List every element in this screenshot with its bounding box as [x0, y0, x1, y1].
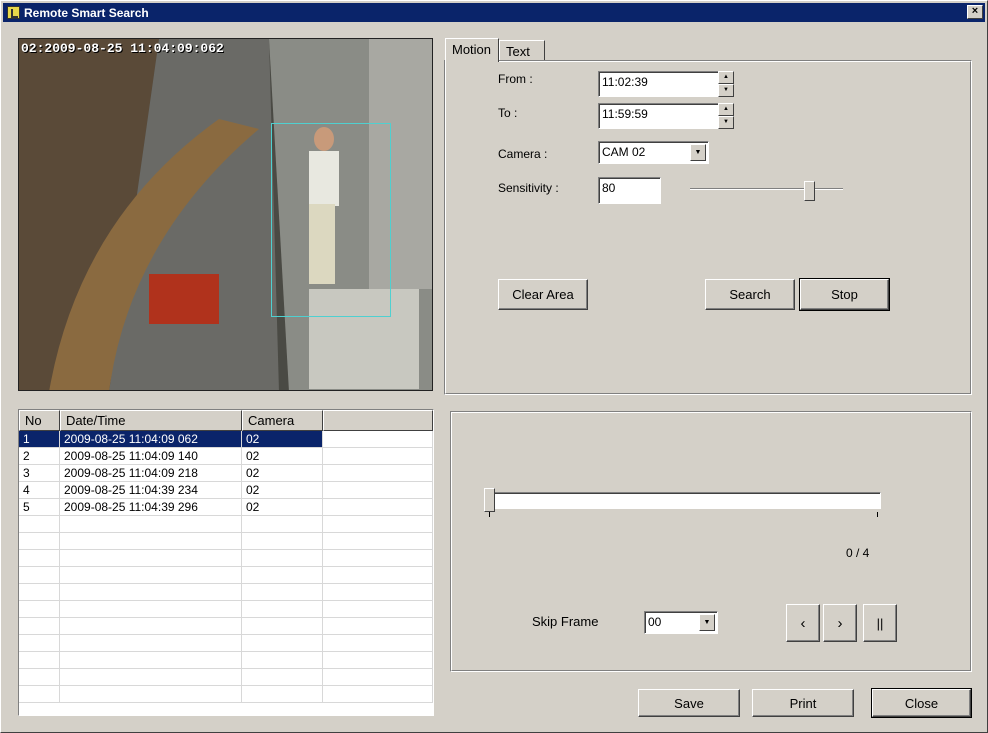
- pause-button[interactable]: ||: [863, 604, 897, 642]
- empty-row: [19, 516, 433, 533]
- tab-text[interactable]: Text: [499, 40, 545, 62]
- row-no: 1: [19, 431, 60, 447]
- sensitivity-slider-track[interactable]: [690, 188, 843, 190]
- empty-row: [19, 635, 433, 652]
- close-button[interactable]: Close: [871, 688, 972, 718]
- results-list[interactable]: No Date/Time Camera 1 2009-08-25 11:04:0…: [18, 409, 434, 716]
- empty-row: [19, 601, 433, 618]
- empty-row: [19, 550, 433, 567]
- spin-up-icon[interactable]: ▲: [718, 71, 734, 84]
- spin-down-icon[interactable]: ▼: [718, 116, 734, 129]
- remote-smart-search-window: Remote Smart Search × 02:2009-08-25 11:0…: [0, 0, 988, 733]
- window-close-button[interactable]: ×: [967, 5, 983, 19]
- stop-button[interactable]: Stop: [799, 278, 890, 311]
- search-button[interactable]: Search: [705, 279, 795, 310]
- playback-position: 0 / 4: [846, 546, 870, 560]
- row-no: 5: [19, 499, 60, 515]
- table-row[interactable]: 3 2009-08-25 11:04:09 218 02: [19, 465, 433, 482]
- tab-motion[interactable]: Motion: [445, 38, 499, 62]
- table-row[interactable]: 2 2009-08-25 11:04:09 140 02: [19, 448, 433, 465]
- row-camera: 02: [242, 482, 323, 498]
- from-time-field[interactable]: 11:02:39: [598, 71, 719, 97]
- chevron-down-icon[interactable]: ▼: [690, 144, 706, 161]
- empty-row: [19, 567, 433, 584]
- results-header: No Date/Time Camera: [19, 410, 433, 431]
- spin-up-icon[interactable]: ▲: [718, 103, 734, 116]
- sensitivity-field[interactable]: 80: [598, 177, 661, 204]
- timeline-tick-start: [489, 512, 490, 517]
- row-no: 3: [19, 465, 60, 481]
- print-button[interactable]: Print: [752, 689, 854, 717]
- row-no: 4: [19, 482, 60, 498]
- skip-frame-label: Skip Frame: [532, 614, 599, 629]
- column-header-no[interactable]: No: [19, 410, 60, 431]
- to-label: To :: [498, 106, 518, 120]
- row-no: 2: [19, 448, 60, 464]
- motion-area-box: [271, 123, 391, 317]
- sensitivity-label: Sensitivity :: [498, 181, 559, 195]
- empty-rows: [19, 516, 433, 703]
- empty-row: [19, 669, 433, 686]
- table-row[interactable]: 4 2009-08-25 11:04:39 234 02: [19, 482, 433, 499]
- camera-label: Camera :: [498, 147, 548, 161]
- to-time-field[interactable]: 11:59:59: [598, 103, 719, 129]
- row-camera: 02: [242, 465, 323, 481]
- to-time-spinner[interactable]: ▲ ▼: [718, 103, 734, 129]
- sensitivity-slider-thumb[interactable]: [804, 181, 815, 201]
- chevron-down-icon[interactable]: ▼: [699, 614, 715, 631]
- playback-timeline-thumb[interactable]: [484, 488, 495, 512]
- camera-select[interactable]: CAM 02 ▼: [598, 141, 709, 164]
- empty-row: [19, 618, 433, 635]
- window-title: Remote Smart Search: [24, 5, 149, 20]
- video-preview[interactable]: 02:2009-08-25 11:04:09:062: [18, 38, 433, 391]
- row-datetime: 2009-08-25 11:04:39 234: [60, 482, 242, 498]
- playback-timeline-track[interactable]: [486, 492, 881, 509]
- empty-row: [19, 686, 433, 703]
- row-datetime: 2009-08-25 11:04:09 062: [60, 431, 242, 447]
- video-timestamp: 02:2009-08-25 11:04:09:062: [21, 41, 224, 56]
- skip-frame-select[interactable]: 00 ▼: [644, 611, 718, 634]
- row-camera: 02: [242, 448, 323, 464]
- empty-row: [19, 652, 433, 669]
- spin-down-icon[interactable]: ▼: [718, 84, 734, 97]
- app-icon: [7, 6, 20, 19]
- row-camera: 02: [242, 499, 323, 515]
- camera-select-value: CAM 02: [602, 145, 646, 159]
- table-row[interactable]: 1 2009-08-25 11:04:09 062 02: [19, 431, 433, 448]
- row-datetime: 2009-08-25 11:04:09 140: [60, 448, 242, 464]
- row-datetime: 2009-08-25 11:04:39 296: [60, 499, 242, 515]
- skip-frame-value: 00: [648, 615, 662, 629]
- title-bar: Remote Smart Search ×: [3, 3, 985, 22]
- next-frame-button[interactable]: ›: [823, 604, 857, 642]
- table-row[interactable]: 5 2009-08-25 11:04:39 296 02: [19, 499, 433, 516]
- row-datetime: 2009-08-25 11:04:09 218: [60, 465, 242, 481]
- empty-row: [19, 584, 433, 601]
- prev-frame-button[interactable]: ‹: [786, 604, 820, 642]
- empty-row: [19, 533, 433, 550]
- column-header-camera[interactable]: Camera: [242, 410, 323, 431]
- timeline-tick-end: [877, 512, 878, 517]
- clear-area-button[interactable]: Clear Area: [498, 279, 588, 310]
- column-header-datetime[interactable]: Date/Time: [60, 410, 242, 431]
- save-button[interactable]: Save: [638, 689, 740, 717]
- from-label: From :: [498, 72, 533, 86]
- row-camera: 02: [242, 431, 323, 447]
- from-time-spinner[interactable]: ▲ ▼: [718, 71, 734, 97]
- column-header-empty: [323, 410, 433, 431]
